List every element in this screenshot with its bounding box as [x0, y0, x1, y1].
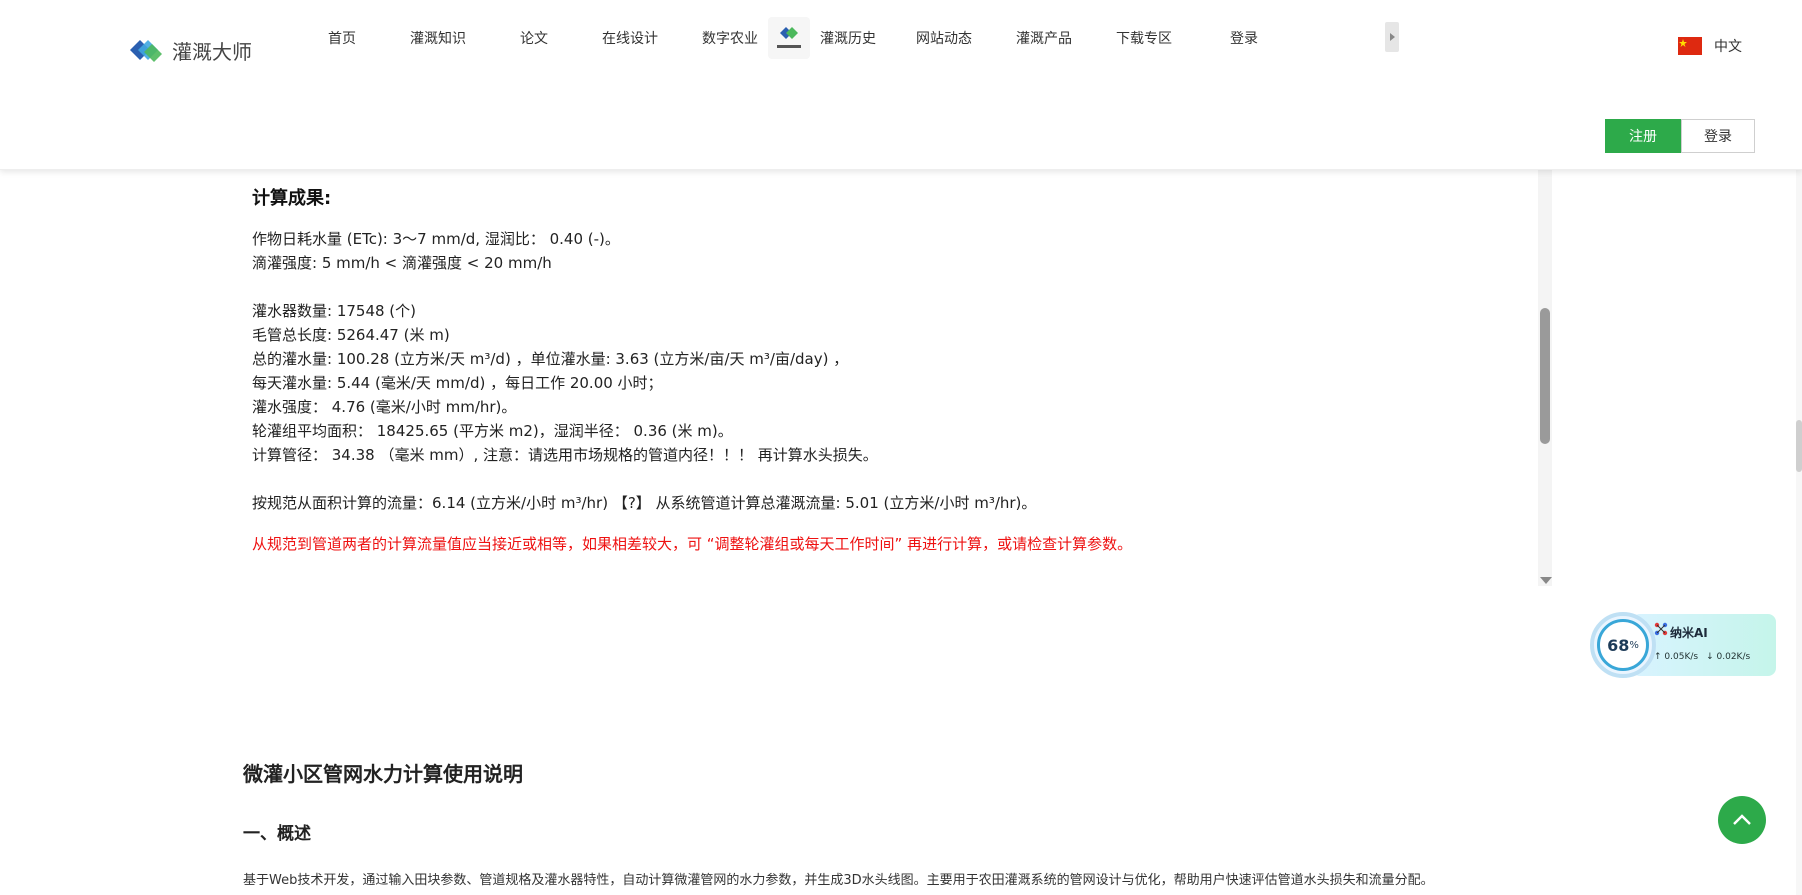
- results-scroll-thumb[interactable]: [1540, 308, 1550, 444]
- nav-scroll-right[interactable]: [1385, 22, 1399, 52]
- nav-digital-agriculture[interactable]: 数字农业: [702, 28, 758, 48]
- widget-name: 纳米AI: [1670, 626, 1708, 640]
- doc-title: 微灌小区管网水力计算使用说明: [243, 762, 523, 786]
- result-line-flow-comparison: 按规范从面积计算的流量：6.14 (立方米/小时 m³/hr) 【?】 从系统管…: [252, 494, 1037, 512]
- nav-site-news[interactable]: 网站动态: [916, 28, 972, 48]
- usage-percent-unit: %: [1629, 639, 1639, 651]
- download-speed: ↓ 0.02K/s: [1706, 652, 1750, 662]
- doc-paragraph: 基于Web技术开发，通过输入田块参数、管道规格及灌水器特性，自动计算微灌管网的水…: [243, 873, 1434, 888]
- usage-percent-value: 68: [1607, 635, 1630, 655]
- logo-icon: [130, 40, 162, 62]
- nav-irrigation-products[interactable]: 灌溉产品: [1016, 28, 1072, 48]
- main-nav: 首页 灌溉知识 论文 在线设计 数字农业 灌溉历史 网站动态 灌溉产品 下载专区…: [328, 17, 1258, 59]
- nav-badge-icon[interactable]: [768, 17, 810, 59]
- site-logo[interactable]: 灌溉大师: [128, 30, 252, 70]
- result-line-total-water: 总的灌水量: 100.28 (立方米/天 m³/d) ，单位灌水量: 3.63 …: [252, 350, 849, 368]
- language-switcher[interactable]: 中文: [1678, 36, 1742, 56]
- nav-home[interactable]: 首页: [328, 28, 356, 48]
- nav-papers[interactable]: 论文: [520, 28, 548, 48]
- doc-section-heading: 一、概述: [243, 824, 311, 844]
- arrow-down-icon: ↓: [1706, 652, 1714, 662]
- download-speed-value: 0.02K/s: [1716, 652, 1751, 662]
- result-line-rotation-area: 轮灌组平均面积： 18425.65 (平方米 m2)，湿润半径： 0.36 (米…: [252, 422, 733, 440]
- results-title: 计算成果:: [252, 188, 332, 209]
- result-line-pipe-diameter: 计算管径： 34.38 （毫米 mm）, 注意：请选用市场规格的管道内径！！！ …: [252, 446, 878, 464]
- language-label: 中文: [1714, 39, 1742, 55]
- result-line-daily-water: 每天灌水量: 5.44 (毫米/天 mm/d) ，每日工作 20.00 小时；: [252, 374, 663, 392]
- ai-network-widget[interactable]: 68% 纳米AI ↑ 0.05K/s ↓ 0.02K/s: [1590, 612, 1776, 678]
- result-line-lateral-length: 毛管总长度: 5264.47 (米 m): [252, 326, 450, 344]
- auth-buttons: 注册 登录: [1605, 119, 1755, 153]
- upload-speed-value: 0.05K/s: [1664, 652, 1699, 662]
- result-line-application-intensity: 灌水强度： 4.76 (毫米/小时 mm/hr)。: [252, 398, 517, 416]
- usage-ring: 68%: [1590, 612, 1656, 678]
- usage-percent: 68%: [1597, 619, 1649, 671]
- china-flag-icon: [1678, 37, 1702, 55]
- nav-online-design[interactable]: 在线设计: [602, 28, 658, 48]
- result-line-etc: 作物日耗水量 (ETc): 3～7 mm/d, 湿润比： 0.40 (-)。: [252, 230, 620, 248]
- result-line-drip-intensity-range: 滴灌强度: 5 mm/h < 滴灌强度 < 20 mm/h: [252, 254, 552, 272]
- result-warning: 从规范到管道两者的计算流量值应当接近或相等，如果相差较大，可 “调整轮灌组或每天…: [252, 535, 1133, 553]
- upload-speed: ↑ 0.05K/s: [1654, 652, 1698, 662]
- scroll-down-arrow-icon[interactable]: [1540, 577, 1552, 584]
- nav-irrigation-history[interactable]: 灌溉历史: [820, 28, 876, 48]
- ai-icon: [1654, 622, 1668, 636]
- brand-name: 灌溉大师: [172, 39, 252, 64]
- login-button[interactable]: 登录: [1681, 119, 1755, 153]
- nav-downloads[interactable]: 下载专区: [1116, 28, 1172, 48]
- page-scroll-thumb[interactable]: [1796, 420, 1802, 472]
- chevron-up-icon: [1733, 814, 1751, 825]
- back-to-top-button[interactable]: [1718, 796, 1766, 844]
- results-scrollbar[interactable]: [1538, 170, 1552, 586]
- network-speed: ↑ 0.05K/s ↓ 0.02K/s: [1654, 652, 1750, 662]
- site-header: 灌溉大师 首页 灌溉知识 论文 在线设计 数字农业 灌溉历史 网站动态 灌溉产品…: [0, 0, 1802, 170]
- result-line-emitter-count: 灌水器数量: 17548 (个): [252, 302, 417, 320]
- register-button[interactable]: 注册: [1605, 119, 1681, 153]
- nav-irrigation-knowledge[interactable]: 灌溉知识: [410, 28, 466, 48]
- nav-login[interactable]: 登录: [1230, 28, 1258, 48]
- arrow-up-icon: ↑: [1654, 652, 1662, 662]
- chevron-right-icon: [1390, 33, 1395, 41]
- calculation-results: 计算成果: 作物日耗水量 (ETc): 3～7 mm/d, 湿润比： 0.40 …: [236, 170, 1554, 586]
